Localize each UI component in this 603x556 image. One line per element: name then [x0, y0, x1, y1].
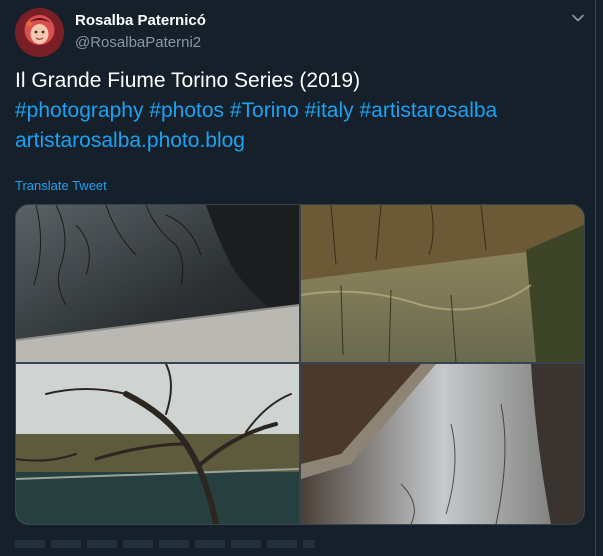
next-tweet-preview [15, 540, 315, 548]
hashtag-link[interactable]: #italy [305, 99, 354, 122]
hashtag-link[interactable]: #Torino [230, 99, 299, 122]
tweet-text: Il Grande Fiume Torino Series (2019) #ph… [15, 66, 585, 156]
photo-1[interactable] [16, 205, 299, 362]
hashtag-list: #photography #photos #Torino #italy #art… [15, 96, 585, 126]
tweet-link[interactable]: artistarosalba.photo.blog [15, 126, 585, 156]
tweet-title: Il Grande Fiume Torino Series (2019) [15, 69, 361, 92]
user-handle[interactable]: @RosalbaPaterni2 [75, 33, 206, 53]
display-name[interactable]: Rosalba Paternicó [75, 11, 206, 31]
media-grid [15, 204, 585, 525]
hashtag-link[interactable]: #photos [149, 99, 224, 122]
photo-3[interactable] [16, 364, 299, 524]
user-names: Rosalba Paternicó @RosalbaPaterni2 [75, 11, 206, 53]
chevron-down-icon[interactable] [570, 10, 586, 26]
photo-2[interactable] [301, 205, 584, 362]
translate-tweet-link[interactable]: Translate Tweet [15, 178, 107, 193]
photo-4[interactable] [301, 364, 584, 524]
hashtag-link[interactable]: #artistarosalba [359, 99, 497, 122]
tweet-header: Rosalba Paternicó @RosalbaPaterni2 [15, 8, 590, 58]
hashtag-link[interactable]: #photography [15, 99, 143, 122]
tweet-card[interactable]: Rosalba Paternicó @RosalbaPaterni2 Il Gr… [0, 0, 596, 556]
avatar[interactable] [15, 8, 64, 57]
